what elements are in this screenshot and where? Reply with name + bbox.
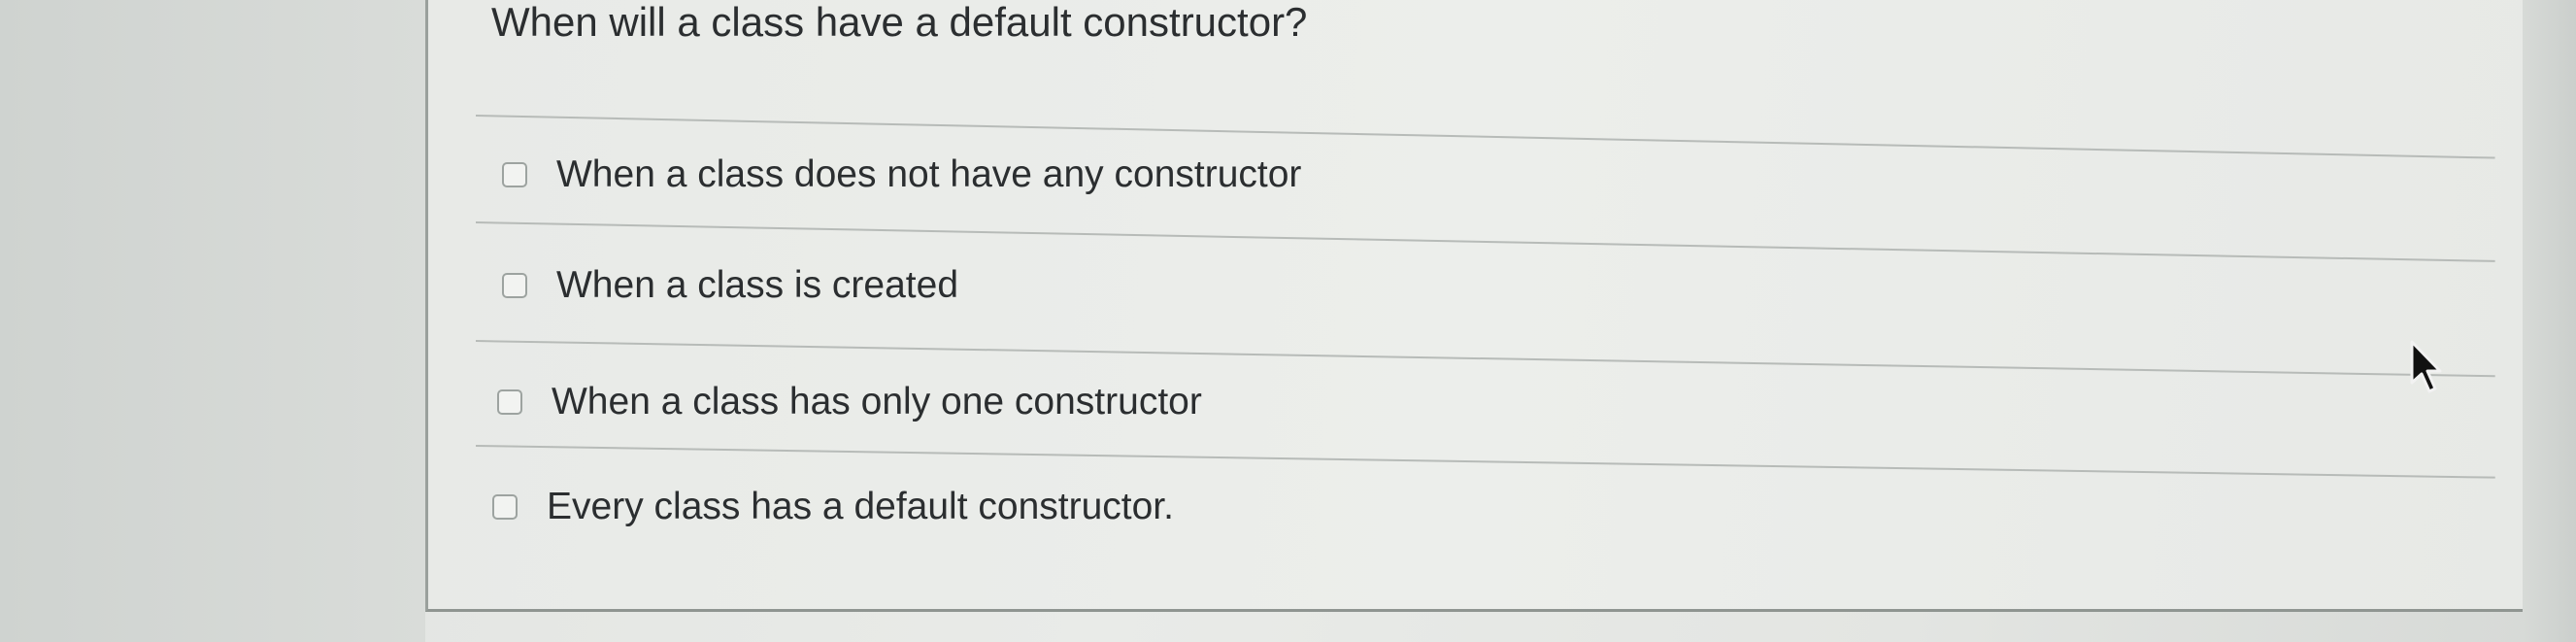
- answer-option-label: Every class has a default constructor.: [547, 486, 1174, 527]
- answer-option-3[interactable]: When a class has only one constructor: [497, 381, 1202, 423]
- answer-option-label: When a class has only one constructor: [552, 381, 1202, 422]
- answer-option-1[interactable]: When a class does not have any construct…: [502, 153, 1301, 196]
- left-background-panel: [0, 0, 425, 642]
- mouse-pointer-icon: [2410, 340, 2442, 393]
- answer-option-label: When a class is created: [556, 264, 959, 306]
- question-title: When will a class have a default constru…: [491, 0, 1308, 45]
- checkbox[interactable]: [502, 273, 527, 298]
- answer-option-label: When a class does not have any construct…: [556, 153, 1302, 195]
- checkbox[interactable]: [502, 162, 527, 187]
- answer-option-4[interactable]: Every class has a default constructor.: [492, 486, 1174, 528]
- right-edge-panel: [2523, 0, 2576, 642]
- answer-option-2[interactable]: When a class is created: [502, 264, 958, 307]
- checkbox[interactable]: [497, 389, 522, 415]
- checkbox[interactable]: [492, 494, 518, 520]
